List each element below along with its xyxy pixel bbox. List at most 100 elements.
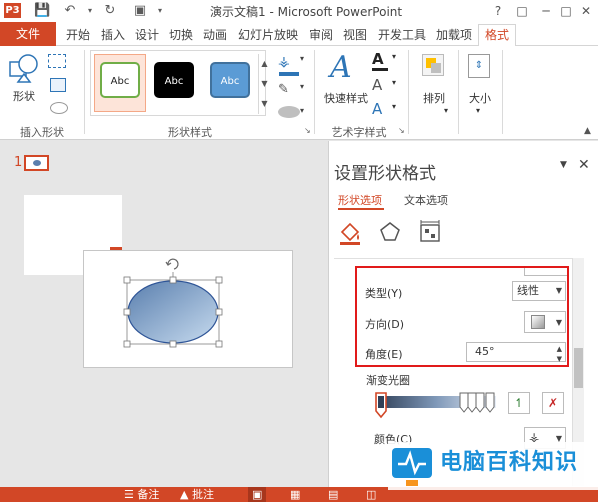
text-effects-icon[interactable]: A: [372, 100, 382, 118]
maximize-button[interactable]: □: [556, 2, 576, 20]
size-label[interactable]: 大小: [460, 90, 500, 106]
ribbon-display-button[interactable]: □: [512, 2, 532, 20]
powerpoint-logo-icon: P3: [4, 3, 21, 18]
size-properties-icon[interactable]: [418, 220, 442, 244]
slideshow-start-icon[interactable]: ▣: [132, 3, 148, 19]
customize-toolbar-icon[interactable]: ▾: [152, 3, 168, 19]
ribbon-separator: [458, 50, 459, 134]
tab-animations[interactable]: 动画: [200, 25, 230, 45]
pane-close-icon[interactable]: ✕: [578, 157, 590, 173]
tab-shape-options[interactable]: 形状选项: [338, 192, 382, 208]
effects-dropdown-icon[interactable]: ▾: [300, 106, 304, 115]
add-stop-icon[interactable]: ↿: [508, 392, 530, 414]
scrollbar-thumb[interactable]: [574, 348, 583, 388]
watermark-url: www.pc-daily.com: [448, 474, 538, 485]
tab-review[interactable]: 审阅: [306, 25, 336, 45]
dialog-launcher-icon[interactable]: ↘: [304, 126, 311, 135]
undo-icon[interactable]: ↶: [62, 3, 78, 19]
ribbon-tabs: 文件 开始 插入 设计 切换 动画 幻灯片放映 审阅 视图 开发工具 加载项 格…: [0, 22, 598, 47]
text-fill-bar: [372, 68, 388, 71]
pane-options-icon[interactable]: ▼: [560, 160, 567, 170]
quick-styles-label[interactable]: 快速样式: [316, 90, 376, 106]
collapse-ribbon-icon[interactable]: ▲: [584, 126, 591, 136]
tab-slideshow[interactable]: 幻灯片放映: [234, 25, 302, 45]
notes-button[interactable]: ☰ 备注: [124, 487, 159, 502]
text-effects-dropdown-icon[interactable]: ▾: [392, 102, 396, 111]
gradient-stop-markers[interactable]: [372, 391, 502, 419]
title-bar: P3 💾 ↶ ▾ ↻ ▣ ▾ 演示文稿1 - Microsoft PowerPo…: [0, 0, 598, 22]
text-outline-icon[interactable]: A: [372, 76, 382, 94]
comments-label: 批注: [191, 488, 214, 501]
arrange-label[interactable]: 排列: [416, 90, 452, 106]
arrange-icon[interactable]: [422, 54, 444, 76]
highlight-box: [355, 266, 569, 367]
pane-title: 设置形状格式: [334, 164, 436, 184]
tab-addins[interactable]: 加载项: [432, 25, 476, 45]
fill-dropdown-icon[interactable]: ▾: [300, 54, 304, 63]
effects-pentagon-icon[interactable]: [378, 220, 402, 244]
notes-label: 备注: [137, 488, 160, 501]
insert-shapes-group-label: 插入形状: [20, 126, 64, 139]
tab-file[interactable]: 文件: [0, 22, 56, 46]
selected-ellipse-shape[interactable]: [118, 254, 228, 350]
shape-style-sample[interactable]: Abc: [154, 62, 194, 98]
slideshow-view-icon[interactable]: ◫: [366, 487, 376, 502]
shape-fill-icon[interactable]: ⚶: [278, 54, 300, 72]
slide-thumbnail[interactable]: [24, 155, 49, 171]
text-fill-icon[interactable]: A: [372, 50, 384, 68]
shape-styles-group-label: 形状样式: [168, 126, 212, 139]
tab-transitions[interactable]: 切换: [166, 25, 196, 45]
edit-shape-icon[interactable]: [48, 54, 66, 68]
text-fill-dropdown-icon[interactable]: ▾: [392, 52, 396, 61]
undo-dropdown-icon[interactable]: ▾: [82, 3, 98, 19]
merge-shapes-icon[interactable]: [50, 102, 68, 114]
shape-effects-icon[interactable]: [278, 106, 300, 118]
shape-outline-icon[interactable]: ✎: [278, 82, 300, 100]
arrange-dropdown-icon[interactable]: ▾: [444, 106, 448, 115]
ribbon: 形状 插入形状 Abc Abc Abc ▲ ▼ ▼ ⚶ ✎ ▾ ▾ ▾ 形状样式 ↘…: [0, 46, 598, 140]
text-box-icon[interactable]: [50, 78, 66, 92]
window-title: 演示文稿1 - Microsoft PowerPoint: [210, 5, 403, 19]
tab-insert[interactable]: 插入: [98, 25, 128, 45]
slide-thumbnails-pane: [0, 141, 80, 487]
shapes-gallery-icon[interactable]: [8, 52, 40, 90]
slide-number: 1: [14, 155, 23, 170]
slide-sorter-icon[interactable]: ▦: [290, 487, 300, 502]
gradient-stops-label: 渐变光圈: [366, 374, 410, 387]
watermark-brand: 电脑百科知识: [440, 450, 579, 475]
fill-color-bar: [279, 72, 299, 76]
tab-home[interactable]: 开始: [60, 25, 96, 45]
gallery-scroll[interactable]: ▲ ▼ ▼: [258, 54, 270, 114]
close-button[interactable]: ✕: [576, 2, 596, 20]
ribbon-separator: [314, 50, 315, 134]
save-icon[interactable]: 💾: [34, 3, 50, 19]
shapes-label[interactable]: 形状: [6, 88, 42, 104]
active-tab-underline: [338, 208, 384, 210]
minimize-button[interactable]: ─: [536, 2, 556, 20]
wordart-dialog-launcher-icon[interactable]: ↘: [398, 126, 405, 135]
reading-view-icon[interactable]: ▤: [328, 487, 338, 502]
comments-button[interactable]: ▲ 批注: [180, 487, 214, 502]
wordart-a-icon[interactable]: A: [330, 50, 352, 85]
text-outline-dropdown-icon[interactable]: ▾: [392, 78, 396, 87]
help-button[interactable]: ?: [488, 2, 508, 20]
remove-stop-icon[interactable]: ✗: [542, 392, 564, 414]
pane-divider: [334, 258, 574, 259]
fill-line-icon[interactable]: [338, 220, 362, 246]
redo-icon[interactable]: ↻: [102, 3, 118, 19]
shape-style-sample[interactable]: Abc: [210, 62, 250, 98]
outline-dropdown-icon[interactable]: ▾: [300, 82, 304, 91]
normal-view-icon[interactable]: ▣: [248, 487, 267, 502]
tab-design[interactable]: 设计: [132, 25, 162, 45]
size-icon[interactable]: ⇕: [468, 54, 490, 78]
ribbon-separator: [84, 50, 85, 134]
tab-view[interactable]: 视图: [340, 25, 370, 45]
tab-developer[interactable]: 开发工具: [374, 25, 430, 45]
wordart-group-label: 艺术字样式: [331, 126, 387, 139]
ribbon-separator: [408, 50, 409, 134]
tab-format[interactable]: 格式: [478, 24, 516, 47]
size-dropdown-icon[interactable]: ▾: [476, 106, 480, 115]
shape-style-sample[interactable]: Abc: [100, 62, 140, 98]
ribbon-separator: [502, 50, 503, 134]
tab-text-options[interactable]: 文本选项: [404, 192, 448, 208]
